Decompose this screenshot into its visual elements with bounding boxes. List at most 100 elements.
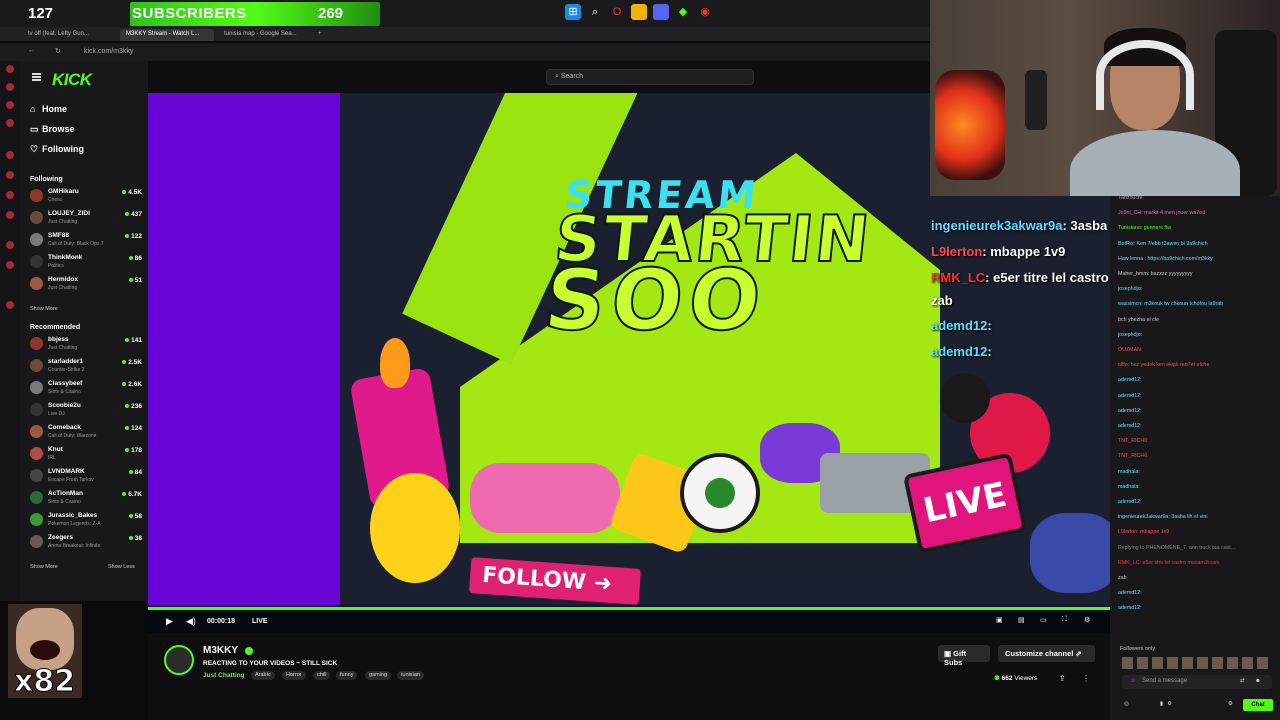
sidebar-app-icon[interactable] xyxy=(6,211,14,219)
tab-active[interactable]: M3KKY Stream - Watch L... xyxy=(120,29,214,41)
viewer-count: 236 xyxy=(125,403,142,410)
back-icon[interactable]: ← xyxy=(28,47,35,54)
sidebar-channel-item[interactable]: Zeegers Arena Breakout: Infinite 38 xyxy=(26,533,144,553)
tag[interactable]: chill xyxy=(313,671,331,680)
sidebar-app-icon[interactable] xyxy=(6,65,14,73)
sidebar-app-icon[interactable] xyxy=(6,261,14,269)
nav-browse[interactable]: ▭ Browse xyxy=(30,124,75,135)
nav-home[interactable]: ⌂ Home xyxy=(30,104,67,114)
emote-picker-icon[interactable]: ☺ xyxy=(1130,678,1136,684)
live-dot xyxy=(125,338,130,343)
sidebar-channel-item[interactable]: SMF88 Call of Duty: Black Ops 7 122 xyxy=(26,231,144,251)
search-input[interactable]: ⌕ Search xyxy=(546,69,754,85)
sidebar-channel-item[interactable]: LVNDMARK Escape From Tarkov 84 xyxy=(26,467,144,487)
gif-icon[interactable]: ⇄ xyxy=(1240,678,1245,684)
sidebar-channel-item[interactable]: Comeback Call of Duty: Warzone 124 xyxy=(26,423,144,443)
new-tab-button[interactable]: + xyxy=(312,29,324,41)
sidebar-channel-item[interactable]: Classybeef Slots & Casino 2.6K xyxy=(26,379,144,399)
windows-icon[interactable]: ⊞ xyxy=(565,4,581,20)
chat-message: Jo9ni_CH: markit 4 men jouer wa7ed xyxy=(1118,210,1206,217)
tag[interactable]: tunisian xyxy=(397,671,424,680)
sidebar-app-icon[interactable] xyxy=(6,151,14,159)
channel-avatar[interactable] xyxy=(164,645,194,675)
recommended-heading: Recommended xyxy=(30,324,81,331)
sidebar-channel-item[interactable]: Jurassic_Bakes Pokemon Legends: Z-A 58 xyxy=(26,511,144,531)
emote-text: x82 xyxy=(13,664,76,699)
chat-message: josephdjo: xyxy=(1118,331,1143,338)
chat-input[interactable]: Send a message xyxy=(1122,675,1272,689)
sidebar-app-icon[interactable] xyxy=(6,83,14,91)
eye-pupil xyxy=(705,478,735,508)
browser-sidebar xyxy=(0,61,20,601)
url-text[interactable]: kick.com/m3kky xyxy=(84,48,133,55)
sidebar-channel-item[interactable]: Scoobie2u Live DJ 236 xyxy=(26,401,144,421)
tab-3[interactable]: tunisia map - Google Sea... xyxy=(218,29,312,41)
time-display: 00:00:18 xyxy=(207,618,236,625)
customize-channel-button[interactable]: Customize channel ⇗ xyxy=(998,645,1095,662)
sidebar-app-icon[interactable] xyxy=(6,101,14,109)
settings-icon[interactable]: ⚙ xyxy=(1084,616,1090,624)
sidebar-app-icon[interactable] xyxy=(6,191,14,199)
live-dot xyxy=(128,256,133,261)
chat-message: Replying to PHENOMENE_7: ann truck taa c… xyxy=(1118,544,1236,551)
tag[interactable]: gaming xyxy=(365,671,392,680)
sidebar-channel-item[interactable]: AcTionMan Slots & Casino 6.7K xyxy=(26,489,144,509)
pip-icon[interactable]: ▤ xyxy=(1018,616,1025,624)
sidebar-channel-item[interactable]: ThinkMonk Politics 86 xyxy=(26,253,144,273)
kick-sidebar: KICK ⌂ Home ▭ Browse ♡ Following Following … xyxy=(20,61,148,601)
reload-icon[interactable]: ↻ xyxy=(55,47,61,55)
sidebar-app-icon[interactable] xyxy=(6,171,14,179)
live-dot xyxy=(128,536,133,541)
menu-icon[interactable] xyxy=(32,73,41,81)
address-bar[interactable]: ← ↻ kick.com/m3kky xyxy=(0,43,930,61)
sidebar-channel-item[interactable]: bbjess Just Chatting 141 xyxy=(26,335,144,355)
sidebar-app-icon[interactable] xyxy=(6,119,14,127)
coins-icon[interactable]: ◎ xyxy=(1124,701,1129,707)
share-icon[interactable]: ⇪ xyxy=(1059,674,1066,683)
discord-icon[interactable] xyxy=(653,4,669,20)
fullscreen-icon[interactable]: ⛶ xyxy=(1062,616,1067,624)
theater-icon[interactable]: ▭ xyxy=(1040,616,1047,624)
play-icon[interactable]: ▶ xyxy=(166,616,173,627)
chat-message: wassimcn: m3kouk tw chkoun tchofou la9ra… xyxy=(1118,301,1224,308)
record-icon[interactable]: ◉ xyxy=(697,4,713,20)
nav-following[interactable]: ♡ Following xyxy=(30,144,84,155)
overlay-text: zab xyxy=(931,293,953,308)
kick-logo[interactable]: KICK xyxy=(52,70,92,90)
search-icon[interactable]: ⌕ xyxy=(587,4,603,20)
gift-subs-button[interactable]: ▣ Gift Subs xyxy=(938,645,990,667)
more-options-icon[interactable]: ⋮ xyxy=(1082,674,1090,683)
sidebar-app-icon[interactable] xyxy=(6,241,14,249)
show-less-button[interactable]: Show Less xyxy=(108,564,135,570)
emote-row[interactable] xyxy=(1122,657,1272,669)
show-more-following[interactable]: Show More xyxy=(30,306,58,312)
tag[interactable]: Horror xyxy=(282,671,306,680)
viewer-count: 2.6K xyxy=(122,381,142,388)
sidebar-app-icon[interactable] xyxy=(6,301,14,309)
sidebar-channel-item[interactable]: starladder1 Counter-Strike 2 2.5K xyxy=(26,357,144,377)
tag[interactable]: Arabic xyxy=(251,671,275,680)
show-more-recommended[interactable]: Show More xyxy=(30,564,58,570)
clip-icon[interactable]: ▣ xyxy=(996,616,1003,624)
chat-settings-icon[interactable]: ⚙ xyxy=(1228,701,1233,707)
viewer-count: 6.7K xyxy=(122,491,142,498)
channel-avatar xyxy=(30,233,43,246)
folder-icon[interactable] xyxy=(631,4,647,20)
emoji-icon[interactable]: ☻ xyxy=(1255,678,1261,684)
sidebar-channel-item[interactable]: Knut IRL 178 xyxy=(26,445,144,465)
chat-send-button[interactable]: Chat xyxy=(1243,699,1273,711)
sidebar-channel-item[interactable]: Hermidox Just Chatting 51 xyxy=(26,275,144,295)
sidebar-channel-item[interactable]: GMHikaru Chess 4.5K xyxy=(26,187,144,207)
channel-name[interactable]: M3KKY xyxy=(203,645,238,656)
sidebar-channel-item[interactable]: LOUJEY_ZIDI Just Chatting 437 xyxy=(26,209,144,229)
opera-icon[interactable]: O xyxy=(609,4,625,20)
app-icon[interactable]: ◆ xyxy=(675,4,691,20)
live-dot xyxy=(122,360,127,365)
channel-avatar xyxy=(30,513,43,526)
tab-1[interactable]: tv off (feat. Lefty Gun... xyxy=(22,29,116,41)
viewer-number: 84 xyxy=(134,469,142,476)
stream-category[interactable]: Just Chatting xyxy=(203,672,245,679)
tag[interactable]: funny xyxy=(336,671,358,680)
volume-icon[interactable]: ◀) xyxy=(186,616,196,627)
channel-avatar xyxy=(30,535,43,548)
